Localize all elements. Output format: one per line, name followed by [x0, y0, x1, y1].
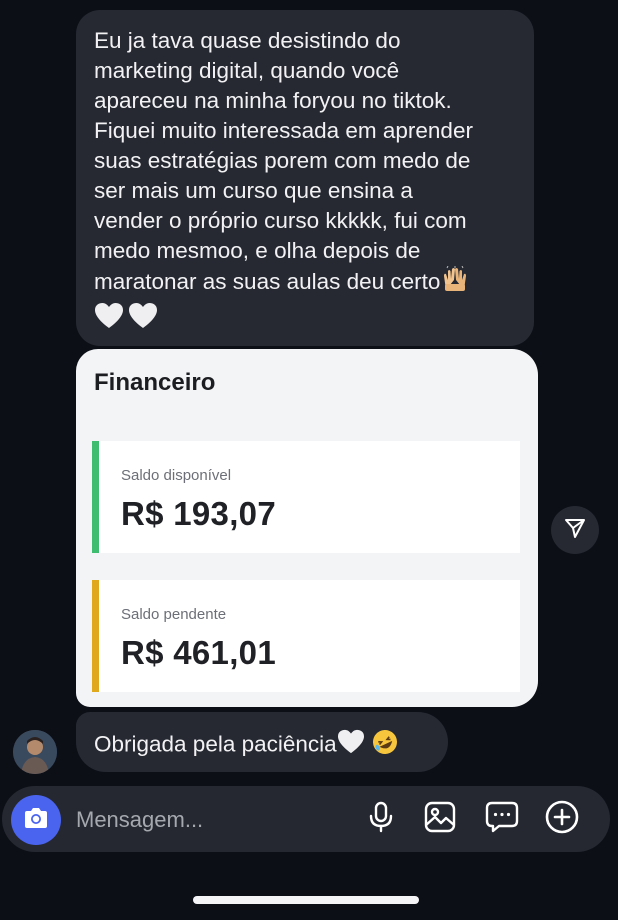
message-text: Obrigada pela paciência — [94, 731, 337, 757]
message-line: vender o próprio curso kkkkk, fui com — [94, 208, 467, 233]
message-line: suas estratégias porem com medo de — [94, 148, 471, 173]
white-heart-icon — [337, 729, 365, 762]
gallery-button[interactable] — [422, 801, 458, 837]
pending-balance-label: Saldo pendente — [121, 606, 227, 623]
sticker-icon — [485, 801, 519, 838]
hearts-row — [94, 302, 516, 335]
available-balance-box: Saldo disponível R$ 193,07 — [92, 441, 520, 553]
message-bubble[interactable]: Eu ja tava quase desistindo do marketing… — [76, 10, 534, 346]
available-balance-label: Saldo disponível — [121, 467, 232, 484]
microphone-button[interactable] — [363, 801, 399, 837]
message-line: Eu ja tava quase desistindo do — [94, 28, 401, 53]
chat-screen: Eu ja tava quase desistindo do marketing… — [0, 0, 618, 920]
home-indicator[interactable] — [193, 896, 419, 904]
add-button[interactable] — [544, 800, 580, 839]
shared-image-card[interactable]: Financeiro Saldo disponível R$ 193,07 Sa… — [76, 349, 538, 707]
message-line: Fiquei muito interessada em aprender — [94, 118, 473, 143]
message-composer — [2, 786, 610, 852]
message-line: apareceu na minha foryou no tiktok. — [94, 88, 452, 113]
raising-hands-icon — [440, 265, 470, 300]
plus-icon — [545, 800, 579, 839]
message-input[interactable] — [76, 805, 346, 835]
camera-button[interactable] — [11, 795, 61, 845]
available-balance-value: R$ 193,07 — [121, 495, 276, 532]
sticker-button[interactable] — [484, 801, 520, 837]
share-button[interactable] — [551, 506, 599, 554]
message-line: maratonar as suas aulas deu certo — [94, 265, 516, 300]
message-line-text: maratonar as suas aulas deu certo — [94, 268, 441, 294]
microphone-icon — [368, 801, 394, 838]
paper-plane-icon — [563, 516, 587, 545]
pending-balance-box: Saldo pendente R$ 461,01 — [92, 580, 520, 692]
message-line: medo mesmoo, e olha depois de — [94, 238, 421, 263]
avatar[interactable] — [13, 730, 57, 774]
rolling-laughing-icon — [371, 728, 399, 763]
white-heart-icon — [128, 302, 158, 335]
message-line: ser mais um curso que ensina a — [94, 178, 413, 203]
white-heart-icon — [94, 302, 124, 335]
pending-balance-value: R$ 461,01 — [121, 634, 276, 671]
message-bubble[interactable]: Obrigada pela paciência — [76, 712, 448, 772]
gallery-icon — [424, 801, 456, 838]
card-title: Financeiro — [94, 369, 216, 396]
camera-icon — [23, 807, 49, 834]
message-line: marketing digital, quando você — [94, 58, 400, 83]
